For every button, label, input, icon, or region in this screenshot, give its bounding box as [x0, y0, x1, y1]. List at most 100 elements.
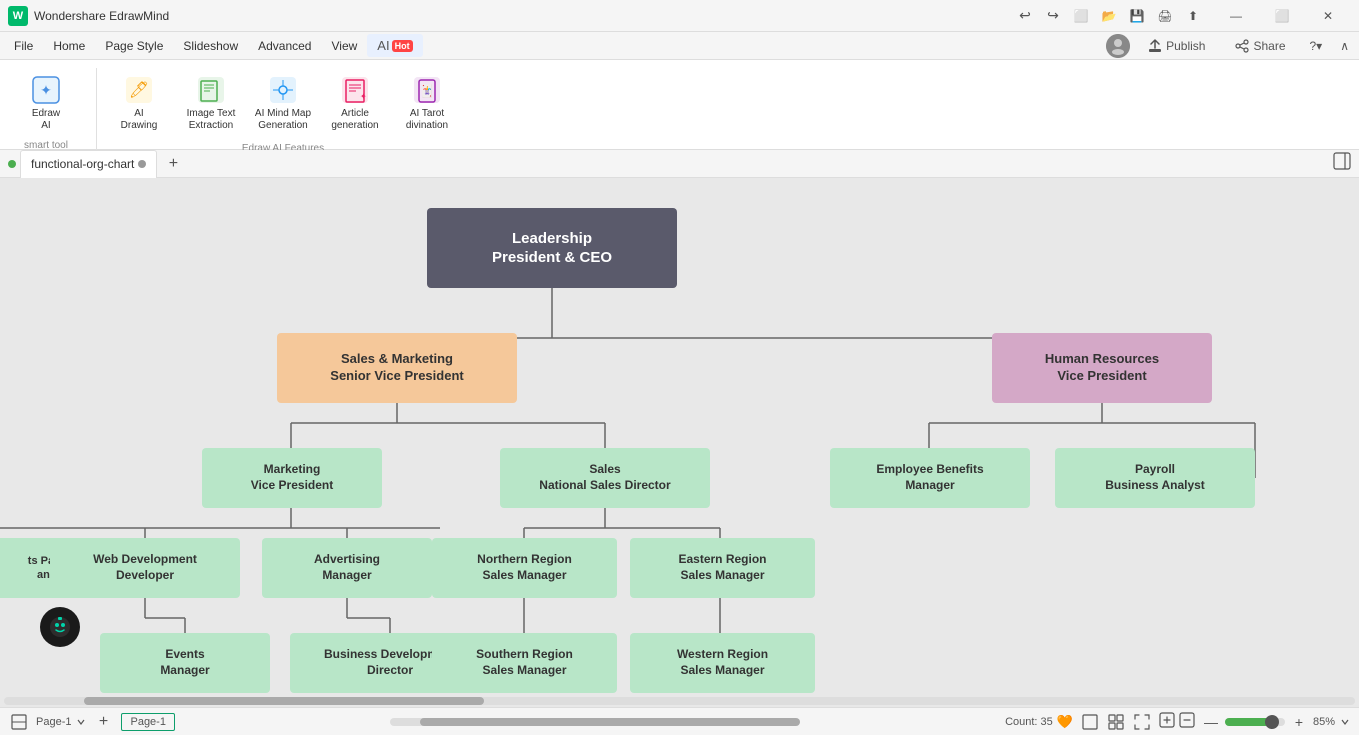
ai-drawing-icon: 🖊	[123, 74, 155, 106]
redo-btn[interactable]: ↪	[1041, 4, 1065, 28]
publish-button[interactable]: Publish	[1136, 35, 1217, 57]
tab-green-dot	[8, 160, 16, 168]
tab-label: functional-org-chart	[31, 157, 134, 171]
node-sales-dir[interactable]: SalesNational Sales Director	[500, 448, 710, 508]
fit-to-page-btn[interactable]	[1131, 711, 1153, 733]
node-root[interactable]: LeadershipPresident & CEO	[427, 208, 677, 288]
titlebar: W Wondershare EdrawMind ↩ ↪ ⬜ 📂 💾 🖨 ⬆ — …	[0, 0, 1359, 32]
publish-icon	[1148, 39, 1162, 53]
close-btn[interactable]: ✕	[1305, 0, 1351, 32]
menu-ai[interactable]: AI Hot	[367, 34, 422, 57]
canvas-scrollbar-thumb[interactable]	[420, 718, 800, 726]
fullscreen-buttons	[1159, 712, 1195, 731]
toolbar-groups: ✦ EdrawAI smart tool 🖊 AIDrawing	[12, 68, 1347, 156]
menu-advanced[interactable]: Advanced	[248, 35, 321, 57]
zoom-slider-thumb[interactable]	[1265, 715, 1279, 729]
ai-drawing-label: AIDrawing	[121, 108, 158, 132]
ai-mind-map-generation-button[interactable]: AI Mind MapGeneration	[249, 68, 317, 138]
panel-toggle-btn[interactable]	[1333, 152, 1351, 175]
menu-slideshow[interactable]: Slideshow	[173, 35, 248, 57]
zoom-out-btn[interactable]: —	[1201, 712, 1221, 732]
image-text-extraction-label: Image TextExtraction	[187, 108, 236, 132]
window-controls: — ⬜ ✕	[1213, 0, 1351, 32]
ai-mind-map-label: AI Mind MapGeneration	[255, 108, 311, 132]
collapse-ribbon-button[interactable]: ∧	[1334, 35, 1355, 57]
menu-page-style[interactable]: Page Style	[95, 35, 173, 57]
menu-home[interactable]: Home	[43, 35, 95, 57]
image-text-extraction-button[interactable]: Image TextExtraction	[177, 68, 245, 138]
ai-tarot-label: AI Tarotdivination	[406, 108, 448, 132]
node-south-region[interactable]: Southern RegionSales Manager	[432, 633, 617, 693]
view-mode-2-btn[interactable]	[1105, 711, 1127, 733]
article-generation-icon: ✦	[339, 74, 371, 106]
scrollbar-area	[183, 718, 997, 726]
zoom-dropdown-icon	[1339, 716, 1351, 728]
tab-functional-org-chart[interactable]: functional-org-chart	[20, 150, 157, 178]
node-marketing-vp[interactable]: MarketingVice President	[202, 448, 382, 508]
share-button[interactable]: Share	[1223, 35, 1297, 57]
scrollbar-track[interactable]	[4, 697, 1355, 705]
open-btn[interactable]: 📂	[1097, 4, 1121, 28]
node-north-region[interactable]: Northern RegionSales Manager	[432, 538, 617, 598]
svg-text:✦: ✦	[360, 92, 367, 101]
save-btn[interactable]: 💾	[1125, 4, 1149, 28]
node-hr[interactable]: Human ResourcesVice President	[992, 333, 1212, 403]
heart-icon: 🧡	[1057, 714, 1073, 730]
share-label: Share	[1253, 39, 1285, 53]
hot-badge: Hot	[392, 40, 413, 52]
node-web-dev[interactable]: Web DevelopmentDeveloper	[50, 538, 240, 598]
ai-mind-map-icon	[267, 74, 299, 106]
edraw-ai-button[interactable]: ✦ EdrawAI	[12, 68, 80, 138]
node-events[interactable]: EventsManager	[100, 633, 270, 693]
zoom-slider-track[interactable]	[1225, 718, 1285, 726]
user-avatar[interactable]	[1106, 34, 1130, 58]
count-label: Count: 35	[1005, 716, 1053, 728]
node-payroll[interactable]: PayrollBusiness Analyst	[1055, 448, 1255, 508]
menu-file[interactable]: File	[4, 35, 43, 57]
ai-features-group: 🖊 AIDrawing Image TextExtraction AI Mind…	[105, 68, 461, 156]
minimize-btn[interactable]: —	[1213, 0, 1259, 32]
status-right: Count: 35 🧡 —	[1005, 711, 1351, 733]
ai-chat-button[interactable]	[40, 607, 80, 647]
view-mode-buttons	[1079, 711, 1153, 733]
edraw-ai-icon: ✦	[30, 74, 62, 106]
print-btn[interactable]: 🖨	[1153, 4, 1177, 28]
canvas-area[interactable]: LeadershipPresident & CEO Sales & Market…	[0, 178, 1359, 707]
zoom-in-btn[interactable]: +	[1289, 712, 1309, 732]
fullscreen-collapse-btn[interactable]	[1179, 712, 1195, 731]
add-page-button[interactable]: +	[93, 712, 113, 732]
app-logo: W	[8, 6, 28, 26]
page-selector[interactable]: Page-1	[36, 716, 87, 728]
ai-tarot-button[interactable]: 🃏 AI Tarotdivination	[393, 68, 461, 138]
count-badge: Count: 35 🧡	[1005, 714, 1073, 730]
publish-label: Publish	[1166, 39, 1205, 53]
canvas-scrollbar-track[interactable]	[390, 718, 790, 726]
node-advertising[interactable]: AdvertisingManager	[262, 538, 432, 598]
page-tab-active[interactable]: Page-1	[121, 713, 174, 731]
page-tab-label: Page-1	[130, 716, 165, 728]
add-tab-button[interactable]: +	[161, 152, 185, 176]
scrollbar-thumb[interactable]	[84, 697, 484, 705]
connector-lines	[0, 178, 1359, 707]
share-icon	[1235, 39, 1249, 53]
horizontal-scrollbar[interactable]	[0, 695, 1359, 707]
node-emp-benefits[interactable]: Employee BenefitsManager	[830, 448, 1030, 508]
node-west-region[interactable]: Western RegionSales Manager	[630, 633, 815, 693]
new-file-btn[interactable]: ⬜	[1069, 4, 1093, 28]
node-east-region[interactable]: Eastern RegionSales Manager	[630, 538, 815, 598]
node-sales-marketing[interactable]: Sales & MarketingSenior Vice President	[277, 333, 517, 403]
panel-layout-btn[interactable]	[8, 711, 30, 733]
export-btn[interactable]: ⬆	[1181, 4, 1205, 28]
article-generation-button[interactable]: ✦ Articlegeneration	[321, 68, 389, 138]
menubar: File Home Page Style Slideshow Advanced …	[0, 32, 1359, 60]
help-button[interactable]: ?▾	[1304, 35, 1329, 57]
file-status-dot	[8, 160, 16, 168]
image-text-extraction-icon	[195, 74, 227, 106]
undo-btn[interactable]: ↩	[1013, 4, 1037, 28]
menu-view[interactable]: View	[321, 35, 367, 57]
maximize-btn[interactable]: ⬜	[1259, 0, 1305, 32]
ai-drawing-button[interactable]: 🖊 AIDrawing	[105, 68, 173, 138]
svg-text:✦: ✦	[40, 82, 52, 98]
view-mode-1-btn[interactable]	[1079, 711, 1101, 733]
fullscreen-expand-btn[interactable]	[1159, 712, 1175, 731]
